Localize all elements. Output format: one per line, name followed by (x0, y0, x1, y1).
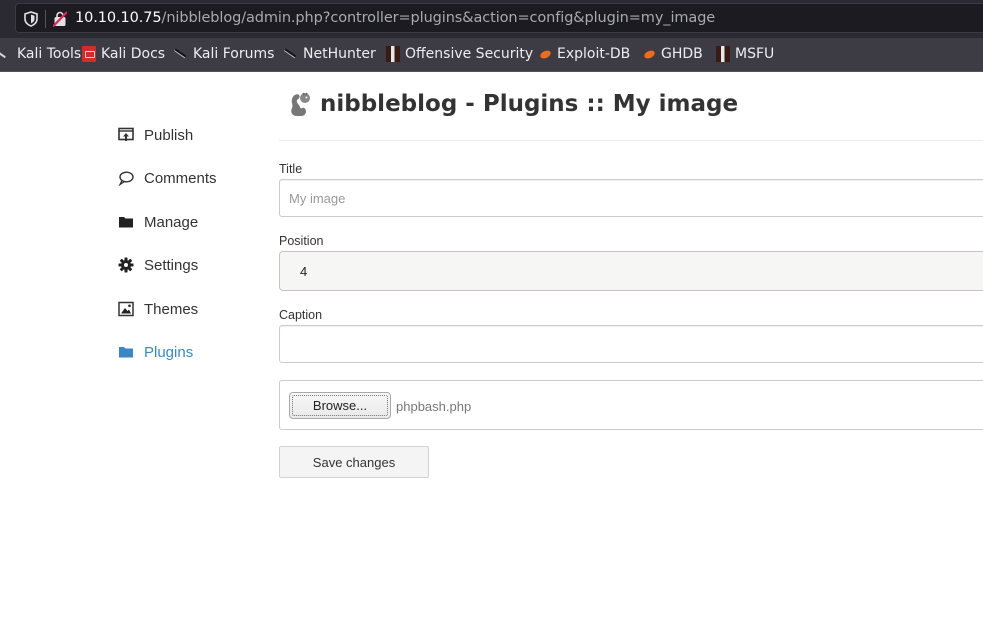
save-changes-button[interactable]: Save changes (279, 446, 429, 478)
url-separator (45, 10, 46, 28)
offsec-icon (716, 46, 730, 62)
page-title: nibbleblog - Plugins :: My image (288, 91, 738, 117)
gear-icon (118, 257, 134, 273)
url-path: /nibbleblog/admin.php?controller=plugins… (161, 10, 716, 26)
selected-file-name: phpbash.php (396, 399, 472, 414)
sidebar-item-label: Publish (144, 126, 194, 144)
bookmark-label: NetHunter (303, 46, 376, 62)
folder-icon (119, 347, 133, 358)
position-label: Position (279, 234, 324, 248)
bookmark-kali-docs[interactable]: Kali Docs (82, 46, 165, 62)
position-selected-value: 4 (300, 264, 308, 279)
sidebar-item-label: Manage (144, 213, 199, 231)
browser-toolbar: 10.10.10.75/nibbleblog/admin.php?control… (0, 0, 983, 38)
title-input[interactable] (279, 179, 983, 217)
exploit-db-bug-icon (642, 46, 656, 62)
bookmark-label: GHDB (661, 46, 703, 62)
browse-button-label: Browse... (292, 395, 388, 416)
image-icon (118, 301, 134, 317)
title-label: Title (279, 162, 303, 176)
bookmark-label: Kali Forums (193, 46, 275, 62)
sidebar-item-label: Plugins (144, 343, 194, 361)
bookmark-label: Offensive Security (405, 46, 534, 62)
offsec-icon (386, 46, 400, 62)
sidebar-item-themes[interactable]: Themes (118, 297, 198, 321)
kali-docs-icon (82, 46, 96, 62)
image-file-input: Browse... phpbash.php (279, 380, 983, 430)
folder-icon (119, 217, 133, 228)
bookmark-offensive-security[interactable]: Offensive Security (386, 46, 533, 62)
publish-icon (118, 127, 134, 141)
bookmark-kali-forums[interactable]: Kali Forums (174, 46, 274, 62)
comment-icon (118, 171, 134, 186)
sidebar-item-manage[interactable]: Manage (118, 210, 198, 234)
sidebar-item-label: Comments (144, 169, 217, 187)
sidebar-item-settings[interactable]: Settings (118, 253, 198, 277)
sidebar-item-plugins[interactable]: Plugins (118, 340, 193, 364)
bookmark-label: Kali Docs (101, 46, 166, 62)
insecure-connection-lock-icon[interactable] (53, 11, 67, 27)
nibbleblog-squirrel-logo-icon (291, 92, 310, 116)
sidebar-item-comments[interactable]: Comments (118, 166, 217, 190)
kali-dragon-icon (174, 46, 188, 62)
bookmark-label: Kali Tools (17, 46, 82, 62)
browse-button[interactable]: Browse... (289, 392, 391, 419)
bookmark-kali-tools[interactable]: Kali Tools (2, 46, 81, 62)
sidebar-item-publish[interactable]: Publish (118, 123, 193, 147)
title-divider (279, 140, 983, 141)
address-bar[interactable]: 10.10.10.75/nibbleblog/admin.php?control… (15, 3, 983, 33)
sidebar-item-label: Themes (144, 300, 199, 318)
bookmark-label: MSFU (735, 46, 775, 62)
bookmark-msfu[interactable]: MSFU (716, 46, 774, 62)
bookmark-ghdb[interactable]: GHDB (642, 46, 703, 62)
caption-input[interactable] (279, 325, 983, 363)
sidebar-item-label: Settings (144, 256, 199, 274)
caption-label: Caption (279, 308, 323, 322)
page-title-text: nibbleblog - Plugins :: My image (320, 91, 739, 117)
exploit-db-bug-icon (538, 46, 552, 62)
url-host: 10.10.10.75 (75, 10, 162, 26)
bookmark-nethunter[interactable]: NetHunter (284, 46, 376, 62)
url-text[interactable]: 10.10.10.75/nibbleblog/admin.php?control… (75, 10, 715, 26)
position-select[interactable]: 4 (279, 251, 983, 291)
bookmark-exploit-db[interactable]: Exploit-DB (538, 46, 630, 62)
bookmarks-toolbar: Kali Tools Kali Docs Kali Forums NetHunt… (0, 38, 983, 72)
kali-dragon-icon (284, 46, 298, 62)
kali-dragon-icon (2, 46, 12, 62)
tracking-protection-shield-icon[interactable] (24, 11, 38, 27)
bookmark-label: Exploit-DB (557, 46, 631, 62)
